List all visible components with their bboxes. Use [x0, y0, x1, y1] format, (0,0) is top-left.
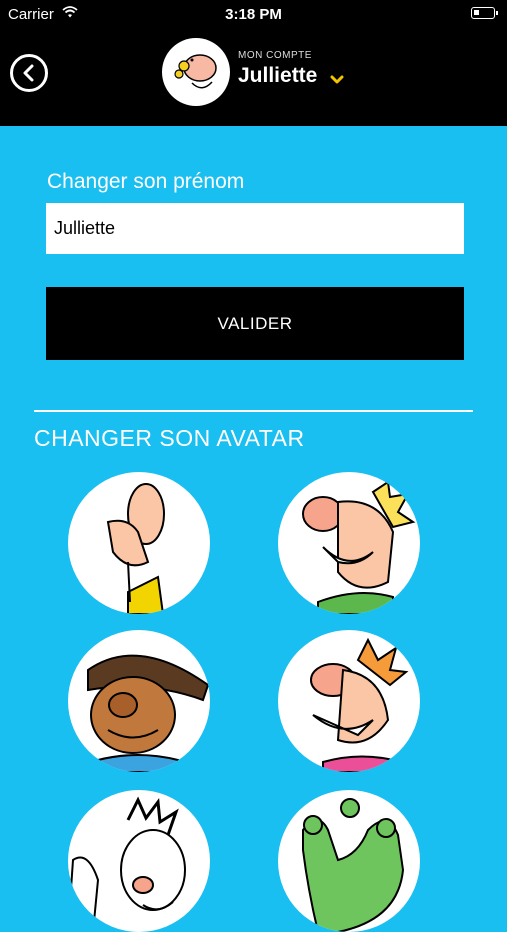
- profile-avatar[interactable]: [162, 38, 230, 106]
- top-bar: Carrier 3:18 PM MON COMPTE Julliette: [0, 0, 507, 126]
- name-field-label: Changer son prénom: [47, 170, 245, 193]
- section-divider: [34, 410, 473, 412]
- avatar-option-4[interactable]: [278, 630, 420, 772]
- avatar-section-title: CHANGER SON AVATAR: [34, 425, 305, 451]
- account-label: MON COMPTE: [238, 50, 312, 61]
- back-arrow-icon: [23, 64, 34, 82]
- avatar-option-2[interactable]: [278, 472, 420, 614]
- chevron-down-icon[interactable]: [330, 72, 344, 90]
- battery-icon: [471, 7, 498, 19]
- avatar-option-5[interactable]: [68, 790, 210, 932]
- avatar-option-1[interactable]: [68, 472, 210, 614]
- avatar-option-3[interactable]: [68, 630, 210, 772]
- account-name[interactable]: Julliette: [238, 64, 317, 88]
- first-name-input[interactable]: [46, 203, 464, 254]
- back-button[interactable]: [10, 54, 48, 92]
- status-bar: Carrier 3:18 PM: [0, 0, 507, 28]
- status-time: 3:18 PM: [225, 6, 282, 23]
- avatar-option-6[interactable]: [278, 790, 420, 932]
- validate-button[interactable]: VALIDER: [46, 287, 464, 360]
